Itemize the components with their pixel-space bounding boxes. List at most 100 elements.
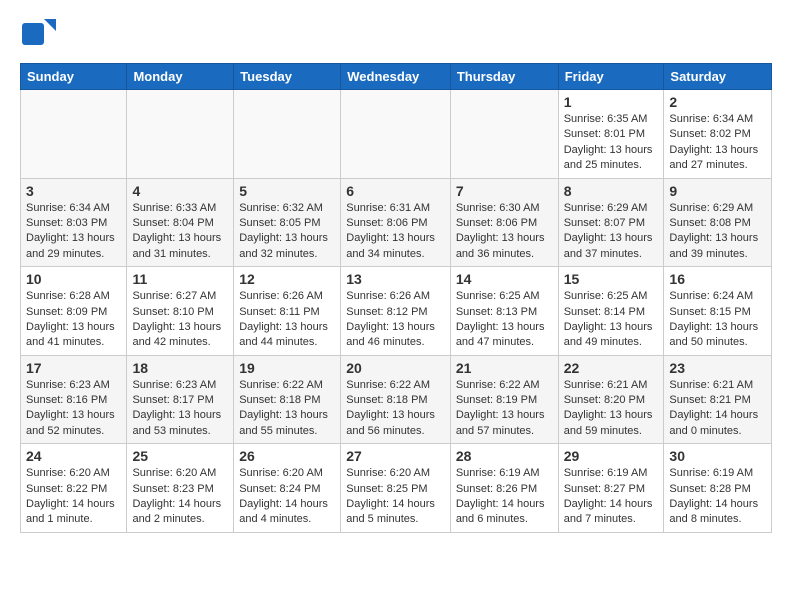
week-row-2: 10Sunrise: 6:28 AMSunset: 8:09 PMDayligh… [21, 267, 772, 356]
day-cell [341, 90, 451, 179]
day-number: 4 [132, 183, 228, 199]
day-number: 26 [239, 448, 335, 464]
day-info: Sunrise: 6:21 AMSunset: 8:21 PMDaylight:… [669, 378, 766, 440]
day-cell: 17 Sunrise: 6:23 AMSunset: 8:16 PMDayligh… [21, 355, 127, 444]
day-number: 1 [564, 94, 659, 110]
day-info: Sunrise: 6:19 AMSunset: 8:28 PMDaylight:… [669, 466, 766, 528]
day-number: 22 [564, 360, 659, 376]
day-info: Sunrise: 6:35 AMSunset: 8:01 PMDaylight:… [564, 112, 659, 174]
day-number: 17 [26, 360, 121, 376]
day-info: Sunrise: 6:20 AMSunset: 8:22 PMDaylight:… [26, 466, 121, 528]
day-number: 30 [669, 448, 766, 464]
day-cell: 9 Sunrise: 6:29 AMSunset: 8:08 PMDaylight… [664, 178, 772, 267]
week-row-1: 3 Sunrise: 6:34 AMSunset: 8:03 PMDaylight… [21, 178, 772, 267]
day-cell: 22 Sunrise: 6:21 AMSunset: 8:20 PMDayligh… [558, 355, 664, 444]
col-header-saturday: Saturday [664, 64, 772, 90]
col-header-tuesday: Tuesday [234, 64, 341, 90]
day-number: 5 [239, 183, 335, 199]
day-info: Sunrise: 6:22 AMSunset: 8:18 PMDaylight:… [346, 378, 445, 440]
day-number: 15 [564, 271, 659, 287]
day-cell: 6 Sunrise: 6:31 AMSunset: 8:06 PMDaylight… [341, 178, 451, 267]
day-cell: 28Sunrise: 6:19 AMSunset: 8:26 PMDayligh… [450, 444, 558, 533]
day-cell: 12 Sunrise: 6:26 AMSunset: 8:11 PMDayligh… [234, 267, 341, 356]
day-cell: 1 Sunrise: 6:35 AMSunset: 8:01 PMDaylight… [558, 90, 664, 179]
day-info: Sunrise: 6:20 AMSunset: 8:25 PMDaylight:… [346, 466, 445, 528]
day-info: Sunrise: 6:23 AMSunset: 8:16 PMDaylight:… [26, 378, 121, 440]
day-info: Sunrise: 6:20 AMSunset: 8:23 PMDaylight:… [132, 466, 228, 528]
day-number: 24 [26, 448, 121, 464]
day-cell: 18 Sunrise: 6:23 AMSunset: 8:17 PMDayligh… [127, 355, 234, 444]
logo-icon [20, 15, 56, 51]
day-info: Sunrise: 6:19 AMSunset: 8:26 PMDaylight:… [456, 466, 553, 528]
day-info: Sunrise: 6:25 AMSunset: 8:13 PMDaylight:… [456, 289, 553, 351]
logo [20, 15, 60, 51]
day-number: 3 [26, 183, 121, 199]
day-cell: 25 Sunrise: 6:20 AMSunset: 8:23 PMDayligh… [127, 444, 234, 533]
day-cell [21, 90, 127, 179]
day-number: 11 [132, 271, 228, 287]
day-info: Sunrise: 6:34 AMSunset: 8:02 PMDaylight:… [669, 112, 766, 174]
day-info: Sunrise: 6:29 AMSunset: 8:08 PMDaylight:… [669, 201, 766, 263]
day-number: 27 [346, 448, 445, 464]
day-info: Sunrise: 6:31 AMSunset: 8:06 PMDaylight:… [346, 201, 445, 263]
day-cell: 20 Sunrise: 6:22 AMSunset: 8:18 PMDayligh… [341, 355, 451, 444]
day-cell: 3 Sunrise: 6:34 AMSunset: 8:03 PMDaylight… [21, 178, 127, 267]
day-number: 21 [456, 360, 553, 376]
page: SundayMondayTuesdayWednesdayThursdayFrid… [0, 0, 792, 548]
day-number: 10 [26, 271, 121, 287]
day-info: Sunrise: 6:19 AMSunset: 8:27 PMDaylight:… [564, 466, 659, 528]
day-info: Sunrise: 6:33 AMSunset: 8:04 PMDaylight:… [132, 201, 228, 263]
day-info: Sunrise: 6:20 AMSunset: 8:24 PMDaylight:… [239, 466, 335, 528]
day-info: Sunrise: 6:22 AMSunset: 8:19 PMDaylight:… [456, 378, 553, 440]
day-number: 16 [669, 271, 766, 287]
day-cell: 14Sunrise: 6:25 AMSunset: 8:13 PMDayligh… [450, 267, 558, 356]
day-cell: 7Sunrise: 6:30 AMSunset: 8:06 PMDaylight… [450, 178, 558, 267]
day-number: 12 [239, 271, 335, 287]
day-number: 23 [669, 360, 766, 376]
col-header-wednesday: Wednesday [341, 64, 451, 90]
day-cell: 21 Sunrise: 6:22 AMSunset: 8:19 PMDayligh… [450, 355, 558, 444]
week-row-4: 24 Sunrise: 6:20 AMSunset: 8:22 PMDayligh… [21, 444, 772, 533]
day-info: Sunrise: 6:22 AMSunset: 8:18 PMDaylight:… [239, 378, 335, 440]
day-info: Sunrise: 6:29 AMSunset: 8:07 PMDaylight:… [564, 201, 659, 263]
day-number: 7 [456, 183, 553, 199]
day-cell: 11 Sunrise: 6:27 AMSunset: 8:10 PMDayligh… [127, 267, 234, 356]
day-cell: 30 Sunrise: 6:19 AMSunset: 8:28 PMDayligh… [664, 444, 772, 533]
calendar: SundayMondayTuesdayWednesdayThursdayFrid… [20, 63, 772, 533]
day-cell: 29 Sunrise: 6:19 AMSunset: 8:27 PMDayligh… [558, 444, 664, 533]
day-number: 8 [564, 183, 659, 199]
day-cell: 19 Sunrise: 6:22 AMSunset: 8:18 PMDayligh… [234, 355, 341, 444]
calendar-header-row: SundayMondayTuesdayWednesdayThursdayFrid… [21, 64, 772, 90]
col-header-thursday: Thursday [450, 64, 558, 90]
day-info: Sunrise: 6:24 AMSunset: 8:15 PMDaylight:… [669, 289, 766, 351]
day-number: 19 [239, 360, 335, 376]
col-header-monday: Monday [127, 64, 234, 90]
day-info: Sunrise: 6:26 AMSunset: 8:11 PMDaylight:… [239, 289, 335, 351]
day-cell [127, 90, 234, 179]
week-row-0: 1 Sunrise: 6:35 AMSunset: 8:01 PMDaylight… [21, 90, 772, 179]
day-info: Sunrise: 6:25 AMSunset: 8:14 PMDaylight:… [564, 289, 659, 351]
header [20, 15, 772, 51]
day-info: Sunrise: 6:23 AMSunset: 8:17 PMDaylight:… [132, 378, 228, 440]
day-number: 9 [669, 183, 766, 199]
day-info: Sunrise: 6:21 AMSunset: 8:20 PMDaylight:… [564, 378, 659, 440]
day-cell: 24 Sunrise: 6:20 AMSunset: 8:22 PMDayligh… [21, 444, 127, 533]
day-cell: 10Sunrise: 6:28 AMSunset: 8:09 PMDayligh… [21, 267, 127, 356]
day-info: Sunrise: 6:32 AMSunset: 8:05 PMDaylight:… [239, 201, 335, 263]
day-number: 20 [346, 360, 445, 376]
day-cell: 23 Sunrise: 6:21 AMSunset: 8:21 PMDayligh… [664, 355, 772, 444]
day-cell [450, 90, 558, 179]
day-number: 29 [564, 448, 659, 464]
day-info: Sunrise: 6:27 AMSunset: 8:10 PMDaylight:… [132, 289, 228, 351]
day-info: Sunrise: 6:34 AMSunset: 8:03 PMDaylight:… [26, 201, 121, 263]
day-info: Sunrise: 6:26 AMSunset: 8:12 PMDaylight:… [346, 289, 445, 351]
day-number: 25 [132, 448, 228, 464]
day-cell: 27 Sunrise: 6:20 AMSunset: 8:25 PMDayligh… [341, 444, 451, 533]
col-header-friday: Friday [558, 64, 664, 90]
day-number: 2 [669, 94, 766, 110]
day-number: 6 [346, 183, 445, 199]
day-cell: 26 Sunrise: 6:20 AMSunset: 8:24 PMDayligh… [234, 444, 341, 533]
day-number: 18 [132, 360, 228, 376]
day-cell: 2 Sunrise: 6:34 AMSunset: 8:02 PMDaylight… [664, 90, 772, 179]
col-header-sunday: Sunday [21, 64, 127, 90]
